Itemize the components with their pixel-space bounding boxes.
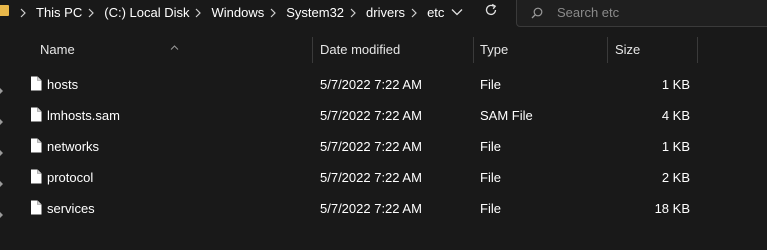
chevron-right-icon[interactable] [88,7,98,18]
refresh-button[interactable] [477,0,505,24]
column-header-date-modified[interactable]: Date modified [320,35,400,65]
column-header-size[interactable]: Size [615,35,640,65]
file-name[interactable]: protocol [47,162,93,193]
file-date-modified: 5/7/2022 7:22 AM [320,201,422,216]
breadcrumb-item-this-pc[interactable]: This PC [34,5,86,20]
file-date-modified: 5/7/2022 7:22 AM [320,170,422,185]
chevron-right-icon[interactable] [20,7,30,18]
file-name[interactable]: lmhosts.sam [47,100,120,131]
recent-locations-button[interactable] [443,0,471,24]
breadcrumb-item-local-disk[interactable]: (C:) Local Disk [102,5,193,20]
list-item[interactable]: networks 5/7/2022 7:22 AM File 1 KB [0,131,767,162]
file-date-modified: 5/7/2022 7:22 AM [320,139,422,154]
breadcrumb-item-drivers[interactable]: drivers [364,5,409,20]
file-icon [30,107,42,127]
file-name[interactable]: hosts [47,69,78,100]
chevron-right-icon[interactable] [270,7,280,18]
file-type: File [480,201,501,216]
list-item[interactable]: lmhosts.sam 5/7/2022 7:22 AM SAM File 4 … [0,100,767,131]
search-icon [531,6,543,24]
refresh-icon [484,3,498,22]
file-name[interactable]: services [47,193,95,224]
tree-expander [0,174,3,187]
file-icon [30,76,42,96]
file-icon [30,200,42,220]
address-bar: This PC (C:) Local Disk Windows System32… [0,0,767,27]
chevron-right-icon[interactable] [195,7,205,18]
column-divider[interactable] [697,37,698,63]
file-type: File [480,77,501,92]
file-type: File [480,139,501,154]
search-box[interactable] [516,0,767,27]
file-size: 4 KB [661,108,690,123]
breadcrumb-item-system32[interactable]: System32 [284,5,348,20]
file-date-modified: 5/7/2022 7:22 AM [320,108,422,123]
chevron-right-icon[interactable] [411,7,421,18]
tree-expander [0,81,3,94]
tree-expander [0,112,3,125]
file-date-modified: 5/7/2022 7:22 AM [320,77,422,92]
file-icon [30,169,42,189]
list-item[interactable]: hosts 5/7/2022 7:22 AM File 1 KB [0,69,767,100]
file-size: 18 KB [654,201,690,216]
sort-ascending-icon [170,37,179,55]
file-type: File [480,170,501,185]
list-item[interactable]: protocol 5/7/2022 7:22 AM File 2 KB [0,162,767,193]
search-input[interactable] [555,0,767,24]
column-divider[interactable] [312,37,313,63]
column-header-name[interactable]: Name [40,35,75,65]
file-name[interactable]: networks [47,131,99,162]
file-type: SAM File [480,108,533,123]
tree-expander [0,143,3,156]
column-divider[interactable] [473,37,474,63]
folder-icon [0,5,9,16]
chevron-right-icon[interactable] [350,7,360,18]
column-header-type[interactable]: Type [480,35,508,65]
file-size: 1 KB [661,139,690,154]
chevron-down-icon [451,3,463,21]
column-divider[interactable] [607,37,608,63]
column-header-row: Name Date modified Type Size [0,35,767,65]
breadcrumb: This PC (C:) Local Disk Windows System32… [18,0,448,25]
breadcrumb-item-windows[interactable]: Windows [209,5,268,20]
file-size: 2 KB [661,170,690,185]
tree-expander [0,205,3,218]
list-item[interactable]: services 5/7/2022 7:22 AM File 18 KB [0,193,767,224]
file-size: 1 KB [661,77,690,92]
file-icon [30,138,42,158]
